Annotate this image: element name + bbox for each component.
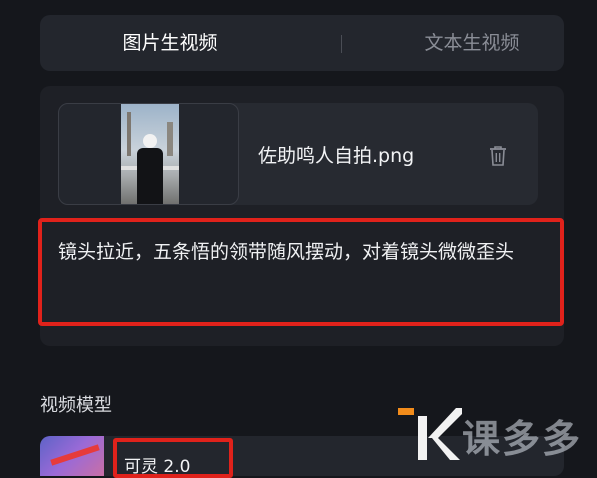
uploaded-file-card: 佐助鸣人自拍.png (58, 103, 538, 205)
watermark-logo-icon (398, 408, 462, 460)
selected-model-name: 可灵 2.0 (124, 457, 191, 477)
video-model-title: 视频模型 (40, 395, 112, 416)
trash-icon[interactable] (488, 145, 508, 167)
tab-text-to-video[interactable]: 文本生视频 (372, 15, 572, 71)
image-preview[interactable] (58, 103, 239, 205)
prompt-input[interactable]: 镜头拉近，五条悟的领带随风摆动，对着镜头微微歪头 (38, 218, 564, 326)
tab-divider (341, 35, 342, 53)
watermark-text: 课多多 (462, 417, 583, 461)
watermark: 课多多 (398, 402, 597, 462)
prompt-text: 镜头拉近，五条悟的领带随风摆动，对着镜头微微歪头 (58, 241, 515, 263)
mode-tabs: 图片生视频 文本生视频 (40, 15, 564, 71)
model-thumbnail (40, 436, 104, 476)
tab-image-to-video[interactable]: 图片生视频 (70, 15, 270, 71)
file-name: 佐助鸣人自拍.png (258, 145, 415, 167)
image-thumbnail (121, 104, 179, 204)
